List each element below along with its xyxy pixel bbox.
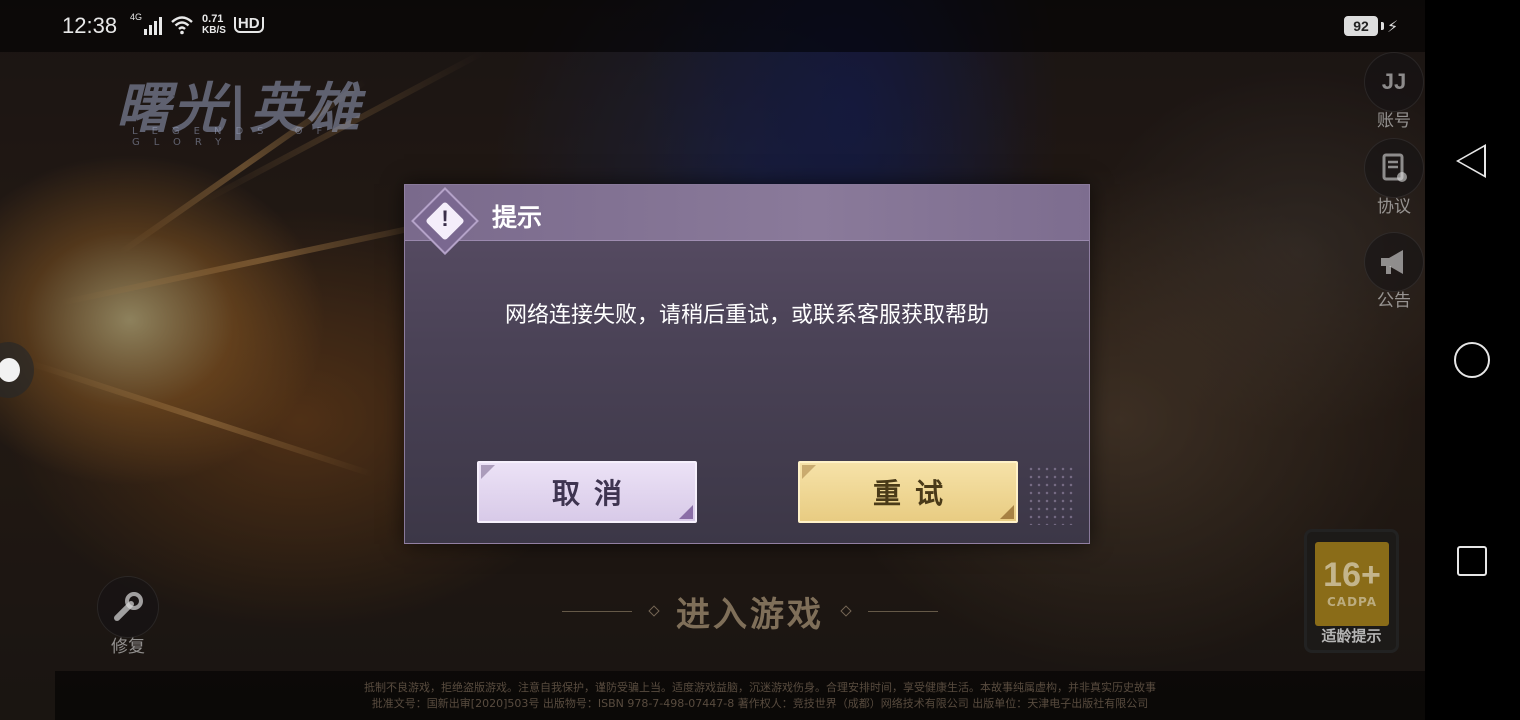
- navigation-bar: [1425, 0, 1520, 720]
- charging-icon: ⚡: [1387, 16, 1399, 36]
- document-icon: [1364, 138, 1424, 198]
- wrench-icon: [97, 576, 159, 638]
- back-icon[interactable]: [1456, 144, 1486, 178]
- status-bar: 12:38 4G 0.71 KB/S HD 92 ⚡: [0, 0, 1425, 52]
- status-time: 12:38: [62, 13, 118, 38]
- account-icon: JJ: [1364, 52, 1424, 112]
- network-type: 4G: [130, 12, 143, 22]
- alert-dialog: 提示 ! 网络连接失败，请稍后重试，或联系客服获取帮助 取消 重试: [404, 184, 1090, 544]
- notice-button[interactable]: 公告: [1362, 232, 1426, 311]
- cancel-button[interactable]: 取消: [477, 461, 697, 523]
- hd-icon: HD: [233, 16, 264, 33]
- battery-icon: 92 ⚡: [1344, 16, 1398, 36]
- legal-notice: 抵制不良游戏，拒绝盗版游戏。注意自我保护，谨防受骗上当。适度游戏益脑，沉迷游戏伤…: [55, 671, 1465, 720]
- recent-apps-icon[interactable]: [1457, 546, 1487, 576]
- retry-button[interactable]: 重试: [798, 461, 1018, 523]
- cell-signal-icon: [144, 15, 163, 35]
- warning-icon: !: [411, 187, 479, 255]
- enter-game-button[interactable]: 进入游戏: [560, 586, 940, 636]
- repair-button[interactable]: 修复: [96, 576, 160, 657]
- game-logo: 曙光|英雄 LEGENDS OF GLORY: [116, 76, 362, 148]
- agreement-button[interactable]: 协议: [1362, 138, 1426, 217]
- megaphone-icon: [1364, 232, 1424, 292]
- wifi-icon: [171, 16, 193, 35]
- network-speed: 0.71 KB/S: [202, 13, 226, 37]
- dialog-message: 网络连接失败，请稍后重试，或联系客服获取帮助: [504, 303, 989, 328]
- account-button[interactable]: JJ 账号: [1362, 52, 1426, 131]
- dialog-title: 提示: [492, 203, 543, 232]
- home-icon[interactable]: [1454, 342, 1490, 378]
- dialog-header: 提示: [405, 185, 1089, 241]
- age-rating-badge[interactable]: 16+ CADPA 适龄提示: [1304, 529, 1399, 653]
